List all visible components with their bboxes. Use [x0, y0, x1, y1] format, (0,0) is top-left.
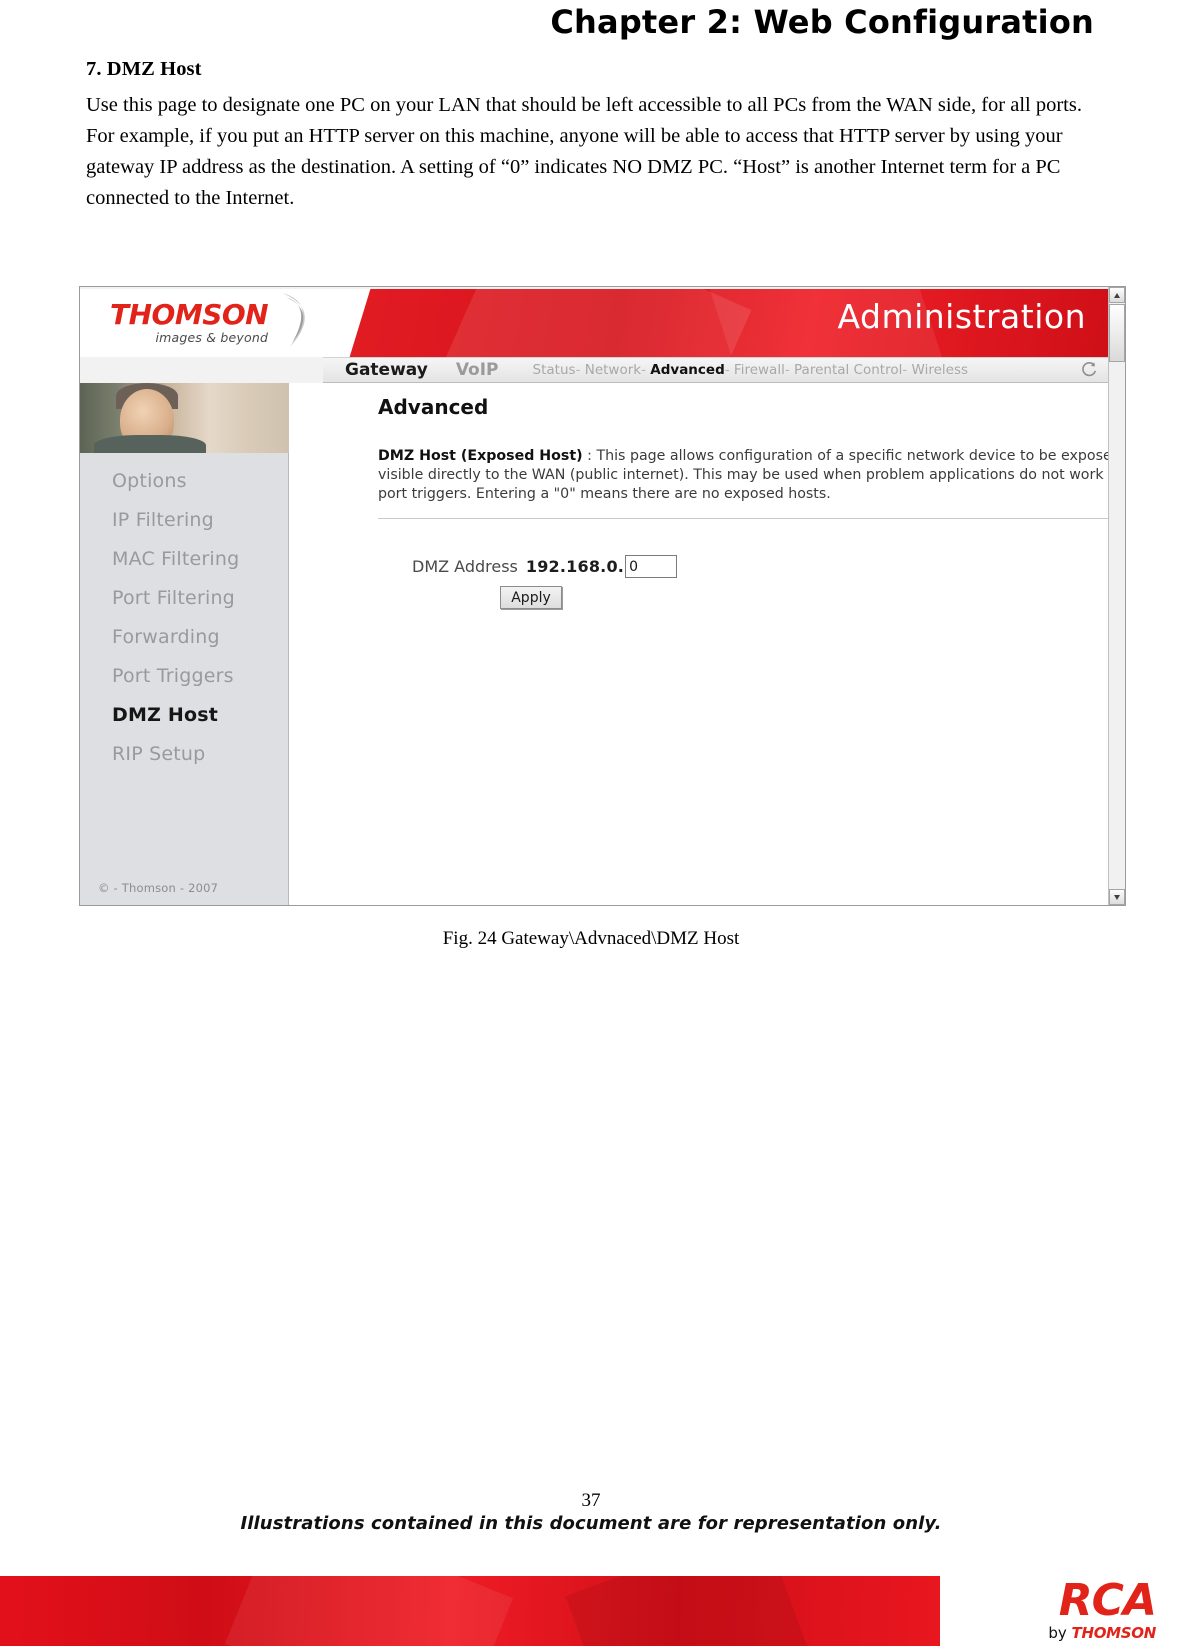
sidebar-copyright: © - Thomson - 2007	[98, 881, 219, 895]
section-paragraph: Use this page to designate one PC on you…	[86, 94, 1082, 209]
figure-caption: Fig. 24 Gateway\Advnaced\DMZ Host	[442, 928, 740, 949]
main-heading: Advanced	[378, 395, 489, 419]
thomson-wordmark: THOMSON	[110, 298, 269, 331]
sidebar: Options IP Filtering MAC Filtering Port …	[80, 383, 289, 905]
dmz-address-row: DMZ Address 192.168.0.	[412, 555, 1108, 578]
sidebar-item-forwarding[interactable]: Forwarding	[80, 617, 288, 656]
sidebar-item-ip-filtering[interactable]: IP Filtering	[80, 500, 288, 539]
sidebar-item-port-filtering[interactable]: Port Filtering	[80, 578, 288, 617]
scroll-down-button[interactable]	[1109, 889, 1125, 905]
nav-item-status[interactable]: Status	[533, 362, 576, 378]
arrow-down-icon	[1114, 894, 1120, 900]
rca-logo: RCA by THOMSON	[1048, 1575, 1157, 1643]
rca-byline: by THOMSON	[1048, 1624, 1156, 1642]
nav-gateway[interactable]: Gateway	[345, 360, 428, 380]
photo-shirt	[94, 435, 206, 453]
page-number: 37	[581, 1490, 601, 1511]
scrollbar-thumb[interactable]	[1109, 304, 1125, 362]
nav-subitems[interactable]: Status- Network- Advanced- Firewall- Par…	[533, 362, 969, 378]
sidebar-item-dmz-host[interactable]: DMZ Host	[80, 695, 288, 734]
scroll-up-button[interactable]	[1109, 287, 1125, 303]
dmz-description-label: DMZ Host (Exposed Host)	[378, 448, 583, 464]
dmz-description-colon: :	[587, 448, 592, 464]
nav-voip[interactable]: VoIP	[456, 360, 499, 380]
sidebar-item-options[interactable]: Options	[80, 461, 288, 500]
nav-sep: -	[902, 362, 908, 378]
vertical-scrollbar[interactable]	[1108, 287, 1125, 905]
nav-sep: -	[575, 362, 581, 378]
nav-item-wireless[interactable]: Wireless	[912, 362, 969, 378]
main-content: Advanced DMZ Host (Exposed Host) : This …	[290, 383, 1125, 905]
dmz-address-prefix: 192.168.0.	[525, 557, 625, 576]
primary-navigation[interactable]: Gateway VoIP Status- Network- Advanced- …	[323, 357, 1108, 383]
sidebar-menu[interactable]: Options IP Filtering MAC Filtering Port …	[80, 461, 288, 773]
document-body: 7. DMZ Host Use this page to designate o…	[86, 58, 1096, 214]
nav-item-network[interactable]: Network	[585, 362, 641, 378]
thomson-tagline: images & beyond	[155, 330, 269, 345]
nav-sep: -	[724, 362, 730, 378]
nav-item-parental-control[interactable]: Parental Control	[794, 362, 902, 378]
nav-sep: -	[784, 362, 790, 378]
content-divider	[378, 518, 1125, 519]
thomson-swoosh-icon	[282, 293, 305, 347]
chapter-title: Chapter 2: Web Configuration	[550, 3, 1094, 41]
sidebar-photo	[80, 383, 289, 453]
dmz-description: DMZ Host (Exposed Host) : This page allo…	[378, 447, 1125, 504]
rca-wordmark: RCA	[1058, 1575, 1157, 1626]
nav-item-advanced[interactable]: Advanced	[650, 362, 724, 378]
arrow-up-icon	[1114, 292, 1120, 298]
section-heading: 7. DMZ Host	[86, 58, 202, 80]
sidebar-item-rip-setup[interactable]: RIP Setup	[80, 734, 288, 773]
thomson-logo: THOMSON images & beyond	[110, 298, 269, 346]
refresh-icon[interactable]	[1080, 361, 1098, 379]
sidebar-item-port-triggers[interactable]: Port Triggers	[80, 656, 288, 695]
sidebar-item-mac-filtering[interactable]: MAC Filtering	[80, 539, 288, 578]
page-header: Chapter 2: Web Configuration	[0, 0, 1182, 46]
banner-title: Administration	[837, 297, 1086, 336]
nav-item-firewall[interactable]: Firewall	[734, 362, 785, 378]
router-web-ui-screenshot: Administration THOMSON images & beyond G…	[79, 286, 1126, 906]
nav-sep: -	[641, 362, 646, 378]
dmz-address-input[interactable]	[625, 555, 678, 578]
apply-button[interactable]: Apply	[500, 586, 562, 609]
dmz-address-label: DMZ Address	[412, 557, 518, 576]
footer-red-band	[0, 1576, 940, 1646]
footer-note: Illustrations contained in this document…	[240, 1513, 942, 1534]
